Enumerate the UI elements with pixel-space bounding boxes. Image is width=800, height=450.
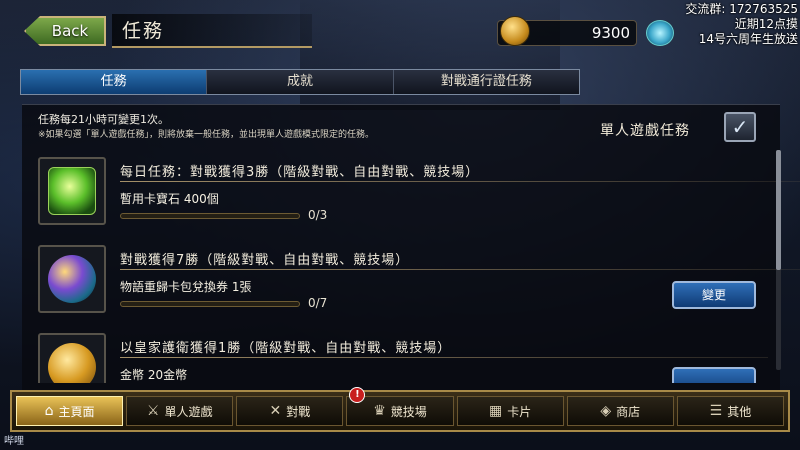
mission-progress-bar — [120, 301, 300, 307]
green-gem-icon — [48, 167, 96, 215]
stream-overlay-line3: 14号六周年生放送 — [698, 32, 798, 46]
solo-missions-checkbox[interactable]: ✓ — [724, 112, 756, 142]
mission-progress: 0/3 — [308, 208, 328, 222]
mission-divider — [120, 181, 800, 182]
nav-label: 對戰 — [286, 404, 311, 419]
nav-label: 其他 — [727, 404, 752, 419]
mission-item: 對戰獲得7勝（階級對戰、自由對戰、競技場） 物語重歸卡包兌換券 1張 0/7 變… — [38, 245, 800, 325]
nav-home[interactable]: ⌂ 主頁面 — [16, 396, 124, 426]
tab-missions[interactable]: 任務 — [21, 70, 208, 94]
mission-title: 每日任務：對戰獲得3勝（階級對戰、自由對戰、競技場） — [120, 165, 480, 180]
nav-arena[interactable]: ! ♛ 競技場 — [346, 387, 454, 426]
mission-progress-bar — [120, 213, 300, 219]
tab-battle-pass-missions[interactable]: 對戰通行證任務 — [394, 70, 579, 94]
mission-reward: 暫用卡寶石 400個 — [120, 192, 219, 206]
nav-battle[interactable]: ✕ 對戰 — [236, 396, 344, 426]
mission-reset-note: 任務每21小時可變更1次。 — [38, 113, 169, 126]
other-icon: ☰ — [709, 403, 723, 419]
check-icon: ✓ — [731, 115, 749, 139]
crossed-swords-icon: ✕ — [269, 403, 282, 419]
mission-thumbnail — [38, 245, 106, 313]
bottom-nav: ⌂ 主頁面 ⚔ 單人遊戲 ✕ 對戰 ! ♛ 競技場 ▦ 卡片 ◈ 商店 ☰ 其他 — [10, 387, 790, 432]
mission-item: 以皇家護衛獲得1勝（階級對戰、自由對戰、競技場） 金幣 20金幣 — [38, 333, 768, 383]
mission-reward: 物語重歸卡包兌換券 1張 — [120, 280, 252, 294]
mission-scrollbar[interactable] — [776, 150, 781, 370]
change-mission-button[interactable]: 變更 — [672, 281, 756, 309]
orb-ticket-icon — [48, 255, 96, 303]
nav-other[interactable]: ☰ 其他 — [676, 396, 784, 426]
gold-coin-icon — [500, 16, 530, 46]
mission-thumbnail — [38, 333, 106, 383]
home-icon: ⌂ — [44, 403, 54, 419]
mission-divider — [120, 357, 768, 358]
nav-solo[interactable]: ⚔ 單人遊戲 — [126, 396, 234, 426]
cards-icon: ▦ — [489, 403, 503, 419]
solo-sword-icon: ⚔ — [146, 403, 160, 419]
tab-bar: 任務 成就 對戰通行證任務 — [20, 69, 580, 95]
nav-label: 競技場 — [390, 404, 427, 419]
scrollbar-thumb[interactable] — [776, 150, 781, 270]
tab-achievements[interactable]: 成就 — [207, 70, 394, 94]
shop-icon: ◈ — [600, 403, 612, 419]
nav-label: 商店 — [616, 404, 641, 419]
gold-coins-icon — [48, 343, 96, 383]
solo-mode-note: ※如果勾選「單人遊戲任務」，則將放棄一般任務，並出現單人遊戲模式限定的任務。 — [38, 130, 375, 140]
mission-thumbnail — [38, 157, 106, 225]
nav-cards[interactable]: ▦ 卡片 — [456, 396, 564, 426]
arena-icon: ♛ — [373, 403, 386, 419]
nav-label: 卡片 — [507, 404, 532, 419]
mission-item: 每日任務：對戰獲得3勝（階級對戰、自由對戰、競技場） 暫用卡寶石 400個 0/… — [38, 157, 800, 237]
crystal-icon — [646, 20, 674, 46]
solo-missions-label: 單人遊戲任務 — [600, 123, 690, 139]
mission-reward: 金幣 20金幣 — [120, 368, 188, 382]
mission-title: 對戰獲得7勝（階級對戰、自由對戰、競技場） — [120, 253, 410, 268]
nav-shop[interactable]: ◈ 商店 — [566, 396, 674, 426]
nav-label: 主頁面 — [58, 404, 95, 419]
mission-divider — [120, 269, 800, 270]
page-title: 任務 — [112, 14, 312, 48]
bilibili-watermark: 哔哩 — [4, 436, 24, 447]
mission-progress: 0/7 — [308, 296, 328, 310]
notification-badge: ! — [349, 387, 366, 403]
back-button[interactable]: Back — [24, 16, 106, 46]
mission-title: 以皇家護衛獲得1勝（階級對戰、自由對戰、競技場） — [120, 341, 452, 356]
change-mission-button[interactable] — [672, 367, 756, 383]
nav-label: 單人遊戲 — [164, 404, 213, 419]
